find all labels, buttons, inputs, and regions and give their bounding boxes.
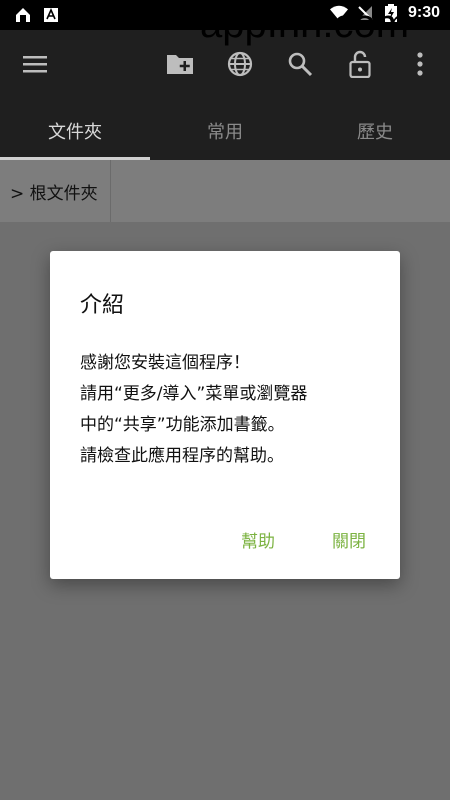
dialog-title: 介紹 [80, 293, 125, 318]
path-bar: > 根文件夾 [0, 160, 450, 222]
globe-icon[interactable] [226, 50, 254, 78]
tab-history[interactable]: 歷史 [300, 102, 450, 160]
status-left [14, 6, 60, 24]
breadcrumb-root[interactable]: > 根文件夾 [0, 160, 111, 222]
more-vert-icon[interactable] [406, 50, 434, 78]
new-folder-icon[interactable] [166, 50, 194, 78]
dialog-line: 感謝您安裝這個程序！ [80, 353, 250, 373]
unlock-icon[interactable] [346, 50, 374, 78]
tab-bar: 文件夾 常用 歷史 [0, 102, 450, 160]
dialog-message: 感謝您安裝這個程序！ 請用“更多/導入”菜單或瀏覽器 中的“共享”功能添加書籤。… [80, 348, 380, 472]
watermark: appInn.com [200, 2, 410, 46]
status-time: 9:30 [407, 4, 440, 21]
dialog-line: 中的“共享”功能添加書籤。 [80, 415, 285, 435]
dialog-line: 請檢查此應用程序的幫助。 [80, 446, 284, 466]
search-icon[interactable] [286, 50, 314, 78]
help-button[interactable]: 幫助 [241, 527, 275, 552]
menu-icon[interactable] [21, 50, 49, 78]
intro-dialog: 介紹 感謝您安裝這個程序！ 請用“更多/導入”菜單或瀏覽器 中的“共享”功能添加… [50, 251, 400, 579]
notification-icon [14, 6, 32, 24]
dialog-line: 請用“更多/導入”菜單或瀏覽器 [80, 384, 308, 404]
close-button[interactable]: 關閉 [332, 527, 366, 552]
app-icon [42, 6, 60, 24]
tab-folders[interactable]: 文件夾 [0, 102, 150, 160]
tab-favorites[interactable]: 常用 [150, 102, 300, 160]
